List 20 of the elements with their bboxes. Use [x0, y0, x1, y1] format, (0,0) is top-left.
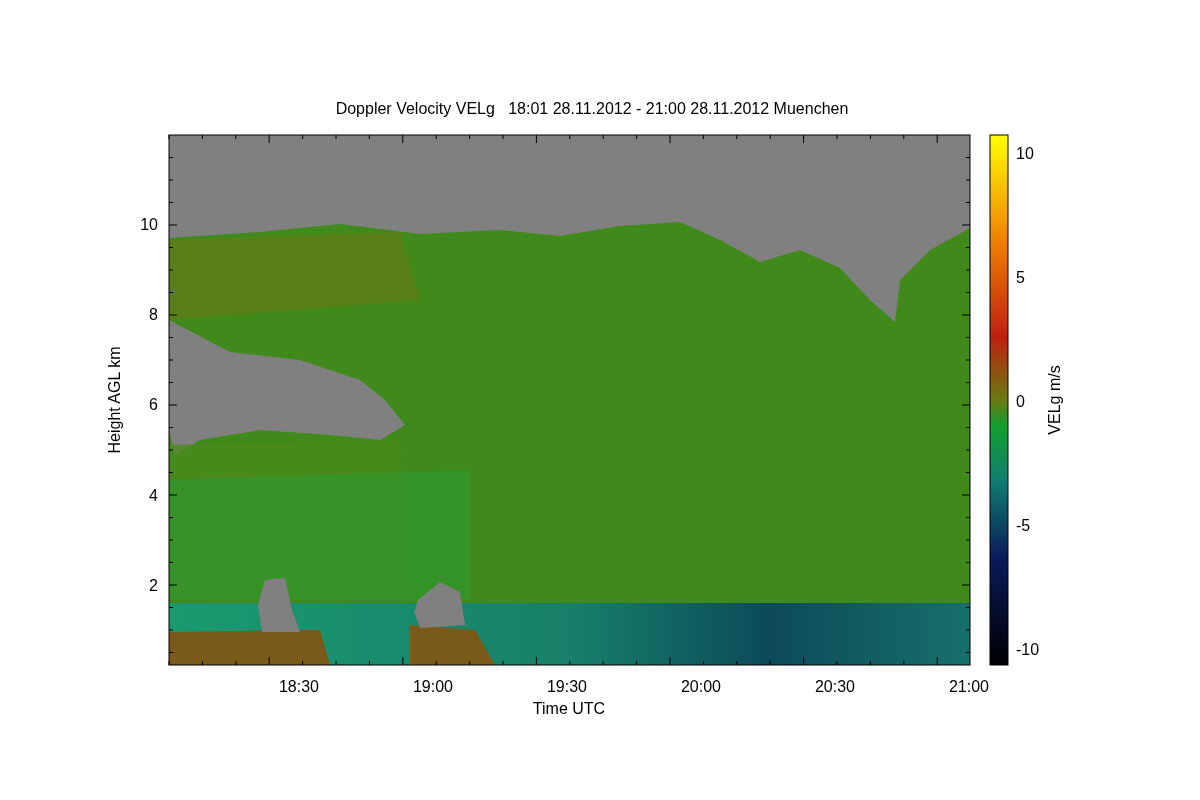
x-tick-label: 20:00 [681, 678, 721, 695]
y-tick-label: 10 [140, 216, 158, 233]
colorbar-label: VELg m/s [1046, 365, 1063, 435]
colorbar-tick-label: -5 [1016, 517, 1031, 534]
x-axis-label: Time UTC [532, 700, 606, 717]
y-tick-label: 4 [149, 486, 158, 504]
y-axis-label: Height AGL km [106, 346, 123, 454]
plot-title: Doppler Velocity VELg 18:01 28.11.2012 - 21:00 28.11.2012 Muenchen [335, 100, 849, 117]
colorbar-tick-label: 10 [1016, 145, 1034, 162]
x-tick-label: 18:30 [279, 678, 319, 695]
x-tick-label: 19:00 [413, 678, 453, 695]
x-tick-label: 21:00 [949, 678, 989, 695]
colorbar-tick-label: -10 [1016, 641, 1040, 658]
colorbar-tick-label: 0 [1016, 393, 1025, 410]
y-tick-label: 2 [149, 576, 158, 594]
x-tick-label: 20:30 [815, 678, 855, 695]
y-tick-label: 6 [149, 396, 158, 414]
colorbar-tick-label: 5 [1016, 269, 1025, 286]
y-tick-label: 8 [149, 306, 158, 324]
x-tick-label: 19:30 [547, 678, 587, 695]
